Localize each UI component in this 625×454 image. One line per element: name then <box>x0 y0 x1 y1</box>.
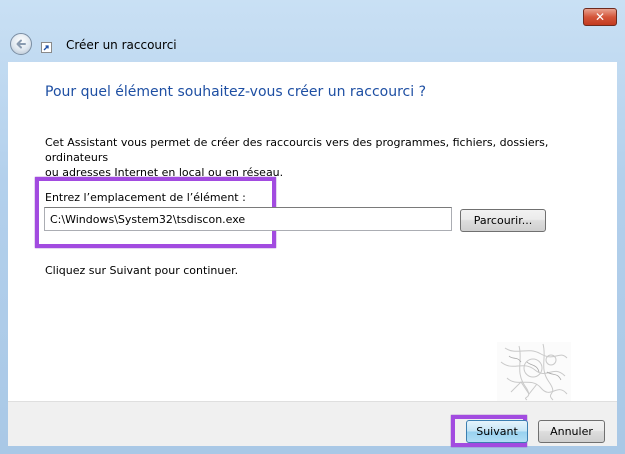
close-icon: ✕ <box>594 10 606 24</box>
shortcut-icon <box>41 42 52 53</box>
wizard-footer: Suivant Annuler <box>8 401 617 447</box>
intro-text: Cet Assistant vous permet de créer des r… <box>45 135 605 180</box>
page-heading: Pour quel élément souhaitez-vous créer u… <box>45 84 427 100</box>
back-button[interactable] <box>10 33 32 55</box>
location-label: Entrez l’emplacement de l’élément : <box>45 191 246 204</box>
window-title: Créer un raccourci <box>66 38 177 52</box>
close-button[interactable]: ✕ <box>583 8 617 26</box>
watermark-image <box>497 342 571 401</box>
wizard-content: Pour quel élément souhaitez-vous créer u… <box>8 62 617 401</box>
location-input[interactable] <box>44 207 452 231</box>
cancel-button[interactable]: Annuler <box>538 420 605 443</box>
intro-line-1: Cet Assistant vous permet de créer des r… <box>45 136 549 164</box>
dialog-window: ✕ Créer un raccourci Pour quel élément s… <box>0 0 625 454</box>
continue-instruction: Cliquez sur Suivant pour continuer. <box>45 264 239 277</box>
browse-button[interactable]: Parcourir... <box>460 209 546 232</box>
next-button[interactable]: Suivant <box>466 420 528 443</box>
back-arrow-icon <box>16 39 26 49</box>
